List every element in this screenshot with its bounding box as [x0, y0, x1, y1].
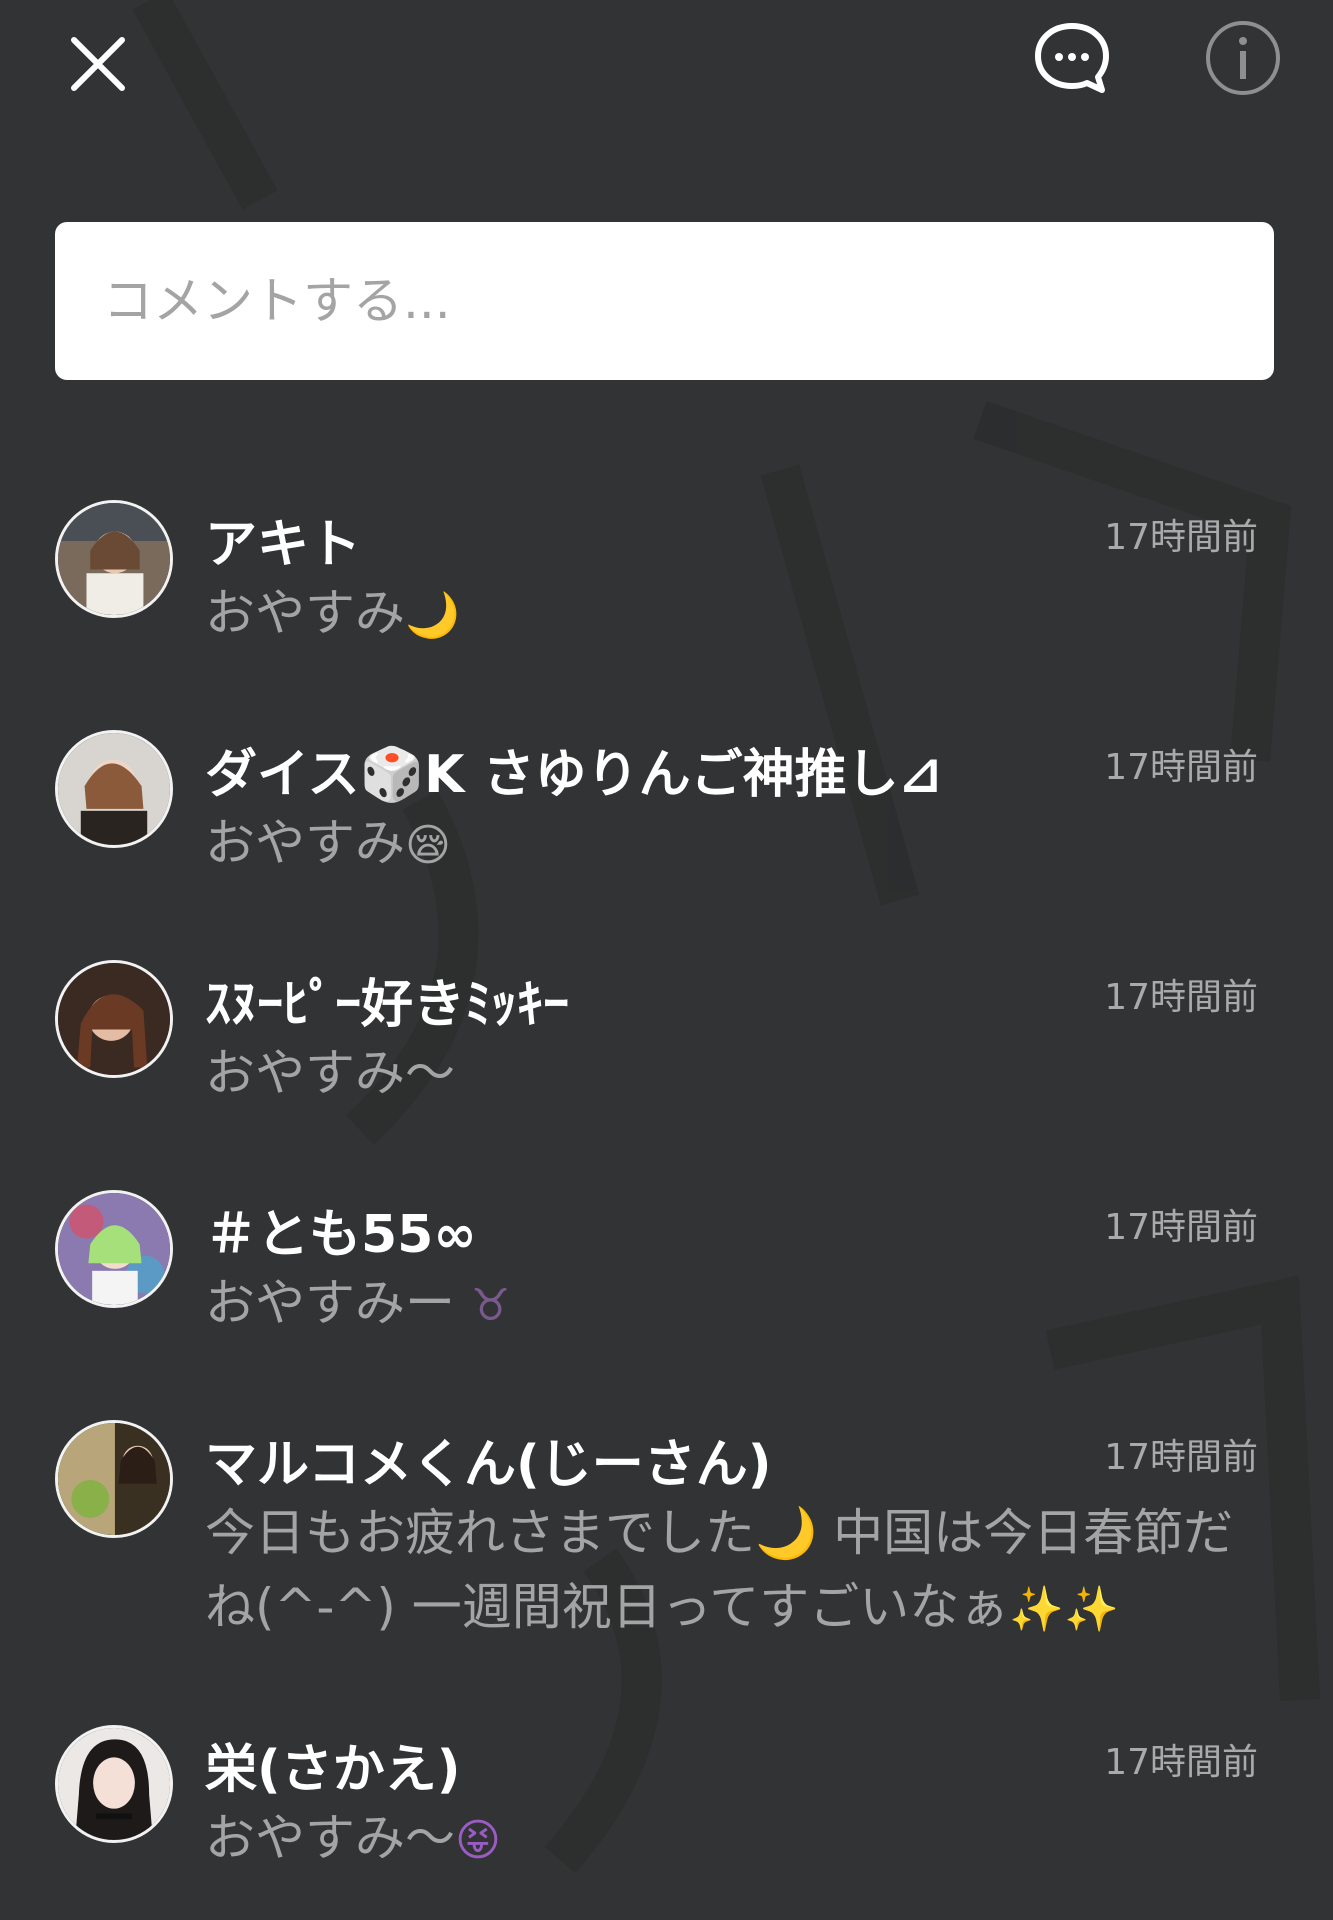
- taurus-emoji-icon: ♉: [470, 1280, 511, 1331]
- avatar[interactable]: [55, 1725, 173, 1843]
- comment-text: 今日もお疲れさまでした🌙 中国は今日春節だね(^-^) 一週間祝日ってすごいなぁ…: [205, 1504, 1234, 1636]
- comment-timestamp: 17時間前: [1104, 1437, 1258, 1478]
- top-bar: [0, 0, 1333, 120]
- user-name[interactable]: アキト: [205, 502, 361, 577]
- comment-input[interactable]: [101, 271, 1228, 331]
- comment-text: おやすみ😪: [205, 814, 451, 872]
- comment-timestamp: 17時間前: [1104, 1742, 1258, 1783]
- moon-emoji-icon: 🌙: [405, 590, 460, 641]
- user-name[interactable]: 栄(さかえ): [205, 1727, 461, 1802]
- comment-text: おやすみー ♉: [205, 1274, 511, 1332]
- user-name[interactable]: マルコメくん(じーさん): [205, 1422, 772, 1497]
- avatar[interactable]: [55, 1190, 173, 1308]
- tongue-face-emoji-icon: 😝: [455, 1815, 501, 1866]
- comment-text: おやすみ🌙: [205, 584, 460, 642]
- user-name[interactable]: ＃とも55∞: [205, 1192, 477, 1267]
- avatar[interactable]: [55, 1420, 173, 1538]
- comment-timestamp: 17時間前: [1104, 977, 1258, 1018]
- comment-timestamp: 17時間前: [1104, 1207, 1258, 1248]
- comment-input-box[interactable]: [55, 222, 1274, 380]
- avatar[interactable]: [55, 730, 173, 848]
- comment-text: おやすみ〜😝: [205, 1809, 501, 1867]
- chat-bubble-icon[interactable]: [1030, 16, 1114, 100]
- sleepy-face-emoji-icon: 😪: [405, 820, 451, 871]
- user-name[interactable]: ｽﾇｰﾋﾟｰ好きﾐｯｷｰ: [205, 962, 569, 1037]
- comment-text: おやすみ〜: [205, 1044, 455, 1102]
- comment-timestamp: 17時間前: [1104, 747, 1258, 788]
- close-icon[interactable]: [62, 28, 134, 100]
- user-name[interactable]: ダイス🎲K さゆりんご神推し⊿: [205, 732, 942, 807]
- info-icon[interactable]: [1204, 19, 1282, 97]
- sparkles-emoji-icon: ✨✨: [1009, 1584, 1119, 1635]
- comment-timestamp: 17時間前: [1104, 517, 1258, 558]
- avatar[interactable]: [55, 960, 173, 1078]
- avatar[interactable]: [55, 500, 173, 618]
